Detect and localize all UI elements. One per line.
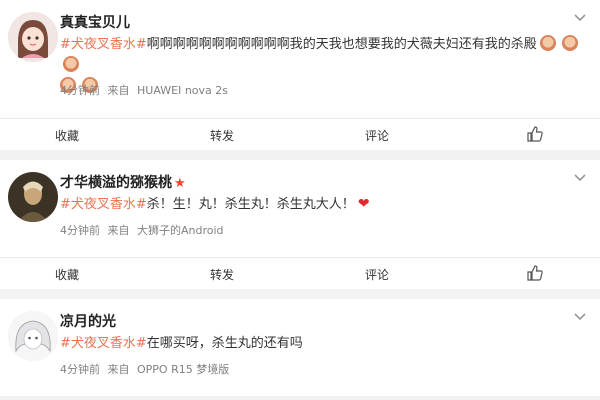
chevron-down-icon[interactable] — [572, 309, 588, 325]
favorite-button[interactable]: 收藏 — [55, 266, 79, 283]
repost-button[interactable]: 转发 — [210, 266, 234, 283]
post-content: #犬夜叉香水#杀！生！丸！杀生丸！杀生丸大人！ ❤ — [60, 194, 586, 215]
username[interactable]: 才华横溢的猕猴桃 ★ — [60, 172, 186, 192]
thumbs-up-icon[interactable] — [526, 264, 544, 282]
post-card: 真真宝贝儿 #犬夜叉香水#啊啊啊啊啊啊啊啊啊啊啊我的天我也想要我的犬薇夫妇还有我… — [0, 0, 600, 150]
avatar[interactable] — [8, 172, 58, 222]
post-card: 才华横溢的猕猴桃 ★ #犬夜叉香水#杀！生！丸！杀生丸！杀生丸大人！ ❤ 4分钟前 … — [0, 160, 600, 289]
post-time[interactable]: 4分钟前 — [60, 363, 100, 376]
post-content: #犬夜叉香水#在哪买呀，杀生丸的还有吗 — [60, 333, 586, 354]
favorite-button[interactable]: 收藏 — [55, 127, 79, 144]
weibo-feed: 真真宝贝儿 #犬夜叉香水#啊啊啊啊啊啊啊啊啊啊啊我的天我也想要我的犬薇夫妇还有我… — [0, 0, 600, 400]
username[interactable]: 凉月的光 — [60, 311, 116, 331]
emoji-icon — [539, 35, 556, 51]
post-header: 才华横溢的猕猴桃 ★ #犬夜叉香水#杀！生！丸！杀生丸！杀生丸大人！ ❤ 4分钟前 … — [0, 160, 600, 257]
post-header: 真真宝贝儿 #犬夜叉香水#啊啊啊啊啊啊啊啊啊啊啊我的天我也想要我的犬薇夫妇还有我… — [0, 0, 600, 118]
post-text: 杀！生！丸！杀生丸！杀生丸大人！ — [146, 197, 355, 212]
avatar-image — [8, 172, 58, 222]
thumbs-up-icon[interactable] — [526, 125, 544, 143]
topic-link[interactable]: #犬夜叉香水# — [60, 197, 147, 212]
topic-link[interactable]: #犬夜叉香水# — [60, 37, 147, 52]
username-text[interactable]: 凉月的光 — [60, 314, 116, 330]
star-icon: ★ — [174, 176, 186, 191]
avatar-image — [8, 12, 58, 62]
username-text[interactable]: 才华横溢的猕猴桃 — [60, 175, 172, 191]
post-header: 凉月的光 #犬夜叉香水#在哪买呀，杀生丸的还有吗 4分钟前 来自 OPPO R1… — [0, 299, 600, 396]
action-bar: 收藏 转发 评论 — [0, 257, 600, 289]
post-text: 啊啊啊啊啊啊啊啊啊啊啊我的天我也想要我的犬薇夫妇还有我的杀殿 — [146, 37, 537, 52]
chevron-down-icon[interactable] — [572, 170, 588, 186]
comment-button[interactable]: 评论 — [365, 266, 389, 283]
avatar[interactable] — [8, 311, 58, 361]
avatar-image — [8, 311, 58, 361]
post-source: OPPO R15 梦境版 — [137, 363, 230, 376]
comment-button[interactable]: 评论 — [365, 127, 389, 144]
post-card: 凉月的光 #犬夜叉香水#在哪买呀，杀生丸的还有吗 4分钟前 来自 OPPO R1… — [0, 299, 600, 396]
emoji-icon — [561, 35, 578, 51]
action-bar: 收藏 转发 评论 — [0, 118, 600, 150]
topic-link[interactable]: #犬夜叉香水# — [60, 336, 147, 351]
heart-icon: ❤ — [357, 196, 370, 212]
post-time[interactable]: 4分钟前 — [60, 224, 100, 237]
post-text: 在哪买呀，杀生丸的还有吗 — [146, 336, 303, 351]
post-source: 大狮子的Android — [137, 224, 224, 237]
post-source: HUAWEI nova 2s — [137, 84, 228, 97]
repost-button[interactable]: 转发 — [210, 127, 234, 144]
post-meta: 4分钟前 来自 大狮子的Android — [60, 222, 224, 238]
username[interactable]: 真真宝贝儿 — [60, 12, 130, 32]
source-prefix: 来自 — [107, 224, 130, 237]
avatar[interactable] — [8, 12, 58, 62]
emoji-icon — [63, 56, 79, 72]
post-time[interactable]: 4分钟前 — [60, 84, 100, 97]
post-meta: 4分钟前 来自 HUAWEI nova 2s — [60, 82, 228, 98]
chevron-down-icon[interactable] — [572, 10, 588, 26]
post-meta: 4分钟前 来自 OPPO R15 梦境版 — [60, 361, 229, 377]
source-prefix: 来自 — [107, 363, 130, 376]
username-text[interactable]: 真真宝贝儿 — [60, 15, 130, 31]
source-prefix: 来自 — [107, 84, 130, 97]
